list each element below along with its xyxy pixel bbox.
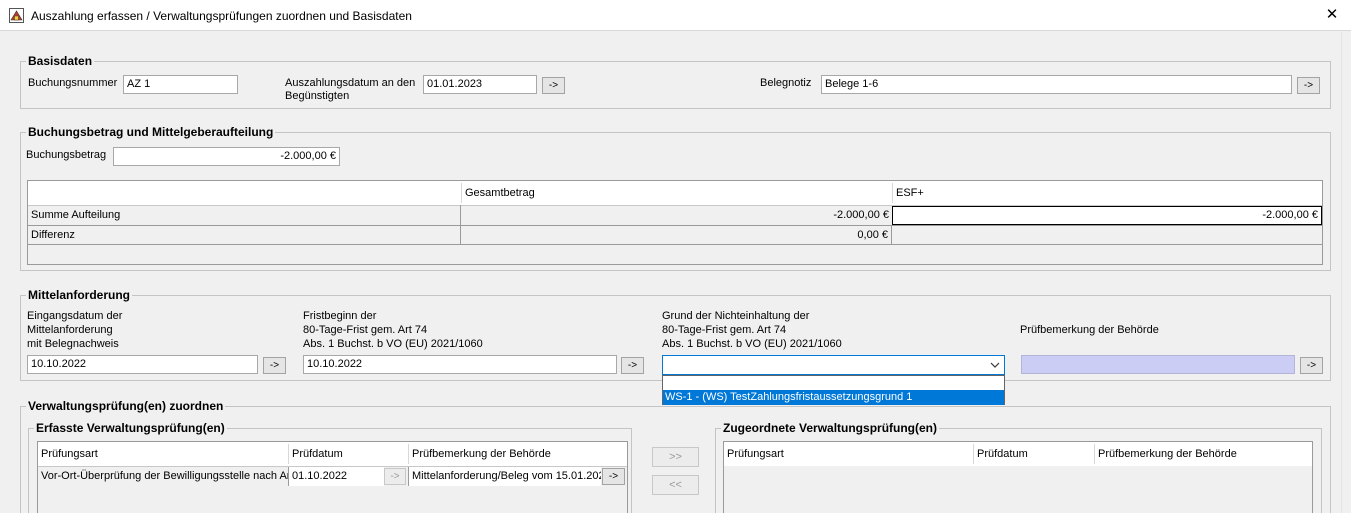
zugeordnete-table: Prüfungsart Prüfdatum Prüfbemerkung der … <box>723 441 1313 513</box>
pruefbemerkung-edit-button[interactable]: -> <box>1300 357 1323 374</box>
summe-aufteilung-label: Summe Aufteilung <box>31 209 121 221</box>
erfasste-row-bemerkung-button[interactable]: -> <box>602 468 625 485</box>
table-row[interactable]: Summe Aufteilung -2.000,00 € -2.000,00 € <box>28 205 1322 225</box>
grund-dropdown-list: WS-1 - (WS) TestZahlungsfristaussetzungs… <box>662 375 1005 405</box>
erfasste-table: Prüfungsart Prüfdatum Prüfbemerkung der … <box>37 441 628 513</box>
aufteilung-header-esf: ESF+ <box>892 183 1322 203</box>
move-left-button[interactable]: << <box>652 475 699 495</box>
frist-label-2: 80-Tage-Frist gem. Art 74 <box>303 324 428 336</box>
pruefbemerkung-label: Prüfbemerkung der Behörde <box>1020 324 1159 336</box>
title-bar: Auszahlung erfassen / Verwaltungsprüfung… <box>0 0 1351 31</box>
app-icon <box>9 8 24 23</box>
differenz-label: Differenz <box>31 229 75 241</box>
buchungsbetrag-field[interactable]: -2.000,00 € <box>113 147 340 166</box>
frist-edit-button[interactable]: -> <box>621 357 644 374</box>
auszahlungsdatum-edit-button[interactable]: -> <box>542 77 565 94</box>
aufteilung-header-row: Gesamtbetrag ESF+ <box>28 181 1322 205</box>
auszahlungsdatum-label-1: Auszahlungsdatum an den <box>285 77 416 89</box>
zugeordnete-header-art[interactable]: Prüfungsart <box>724 444 973 464</box>
belegnotiz-label: Belegnotiz <box>760 77 812 89</box>
erfasste-header-datum[interactable]: Prüfdatum <box>288 444 408 464</box>
erfasste-row-datum-button: -> <box>384 468 406 485</box>
differenz-esf <box>892 225 1322 245</box>
table-row[interactable]: Differenz 0,00 € <box>28 225 1322 245</box>
erfasste-header-bemerkung[interactable]: Prüfbemerkung der Behörde <box>408 444 627 464</box>
auszahlungsdatum-field[interactable]: 01.01.2023 <box>423 75 537 94</box>
erfasste-row-datum: 01.10.2022 <box>288 467 384 486</box>
eingang-label-1: Eingangsdatum der <box>27 310 123 322</box>
aufteilung-header-empty <box>28 183 460 203</box>
buchungsbetrag-legend: Buchungsbetrag und Mittelgeberaufteilung <box>26 125 276 139</box>
belegnotiz-field[interactable]: Belege 1-6 <box>821 75 1292 94</box>
erfasste-header-art[interactable]: Prüfungsart <box>38 444 288 464</box>
grund-label-2: 80-Tage-Frist gem. Art 74 <box>662 324 787 336</box>
zugeordnete-legend: Zugeordnete Verwaltungsprüfung(en) <box>721 421 940 435</box>
grund-label-1: Grund der Nichteinhaltung der <box>662 310 810 322</box>
belegnotiz-edit-button[interactable]: -> <box>1297 77 1320 94</box>
grund-option-empty[interactable] <box>663 376 1004 390</box>
buchungsbetrag-label: Buchungsbetrag <box>26 149 107 161</box>
erfasste-header-row: Prüfungsart Prüfdatum Prüfbemerkung der … <box>38 442 627 466</box>
buchungsnummer-label: Buchungsnummer <box>28 77 118 89</box>
frist-date-field[interactable]: 10.10.2022 <box>303 355 617 374</box>
vertical-scrollbar[interactable] <box>1341 32 1351 513</box>
frist-label-1: Fristbeginn der <box>303 310 377 322</box>
move-right-button[interactable]: >> <box>652 447 699 467</box>
erfasste-row-bemerkung: Mittelanforderung/Beleg vom 15.01.202 <box>408 467 601 486</box>
pruefbemerkung-field <box>1021 355 1295 374</box>
zugeordnete-header-datum[interactable]: Prüfdatum <box>973 444 1094 464</box>
summe-aufteilung-gesamt: -2.000,00 € <box>460 205 892 225</box>
grund-label-3: Abs. 1 Buchst. b VO (EU) 2021/1060 <box>662 338 842 350</box>
aufteilung-header-gesamt: Gesamtbetrag <box>461 183 891 203</box>
grund-dropdown[interactable] <box>662 355 1005 375</box>
grund-option-ws1[interactable]: WS-1 - (WS) TestZahlungsfristaussetzungs… <box>663 390 1004 405</box>
verwaltung-legend: Verwaltungsprüfung(en) zuordnen <box>26 399 226 413</box>
aufteilung-table: Gesamtbetrag ESF+ Summe Aufteilung -2.00… <box>27 180 1323 265</box>
zugeordnete-header-row: Prüfungsart Prüfdatum Prüfbemerkung der … <box>724 442 1312 466</box>
table-row[interactable]: Vor-Ort-Überprüfung der Bewilligungsstel… <box>38 466 627 486</box>
window-title: Auszahlung erfassen / Verwaltungsprüfung… <box>31 9 412 23</box>
frist-label-3: Abs. 1 Buchst. b VO (EU) 2021/1060 <box>303 338 483 350</box>
eingang-label-2: Mittelanforderung <box>27 324 113 336</box>
erfasste-legend: Erfasste Verwaltungsprüfung(en) <box>34 421 227 435</box>
eingang-edit-button[interactable]: -> <box>263 357 286 374</box>
mittelanforderung-legend: Mittelanforderung <box>26 288 132 302</box>
close-icon[interactable]: ✕ <box>1321 5 1343 25</box>
erfasste-row-art: Vor-Ort-Überprüfung der Bewilligungsstel… <box>41 470 288 482</box>
zugeordnete-header-bemerkung[interactable]: Prüfbemerkung der Behörde <box>1094 444 1312 464</box>
summe-aufteilung-esf[interactable]: -2.000,00 € <box>892 206 1322 225</box>
eingang-date-field[interactable]: 10.10.2022 <box>27 355 258 374</box>
auszahlungsdatum-label-2: Begünstigten <box>285 90 350 102</box>
chevron-down-icon[interactable] <box>990 361 1000 369</box>
basisdaten-legend: Basisdaten <box>26 54 95 68</box>
buchungsnummer-field[interactable]: AZ 1 <box>123 75 238 94</box>
differenz-gesamt: 0,00 € <box>460 225 892 245</box>
eingang-label-3: mit Belegnachweis <box>27 338 119 350</box>
